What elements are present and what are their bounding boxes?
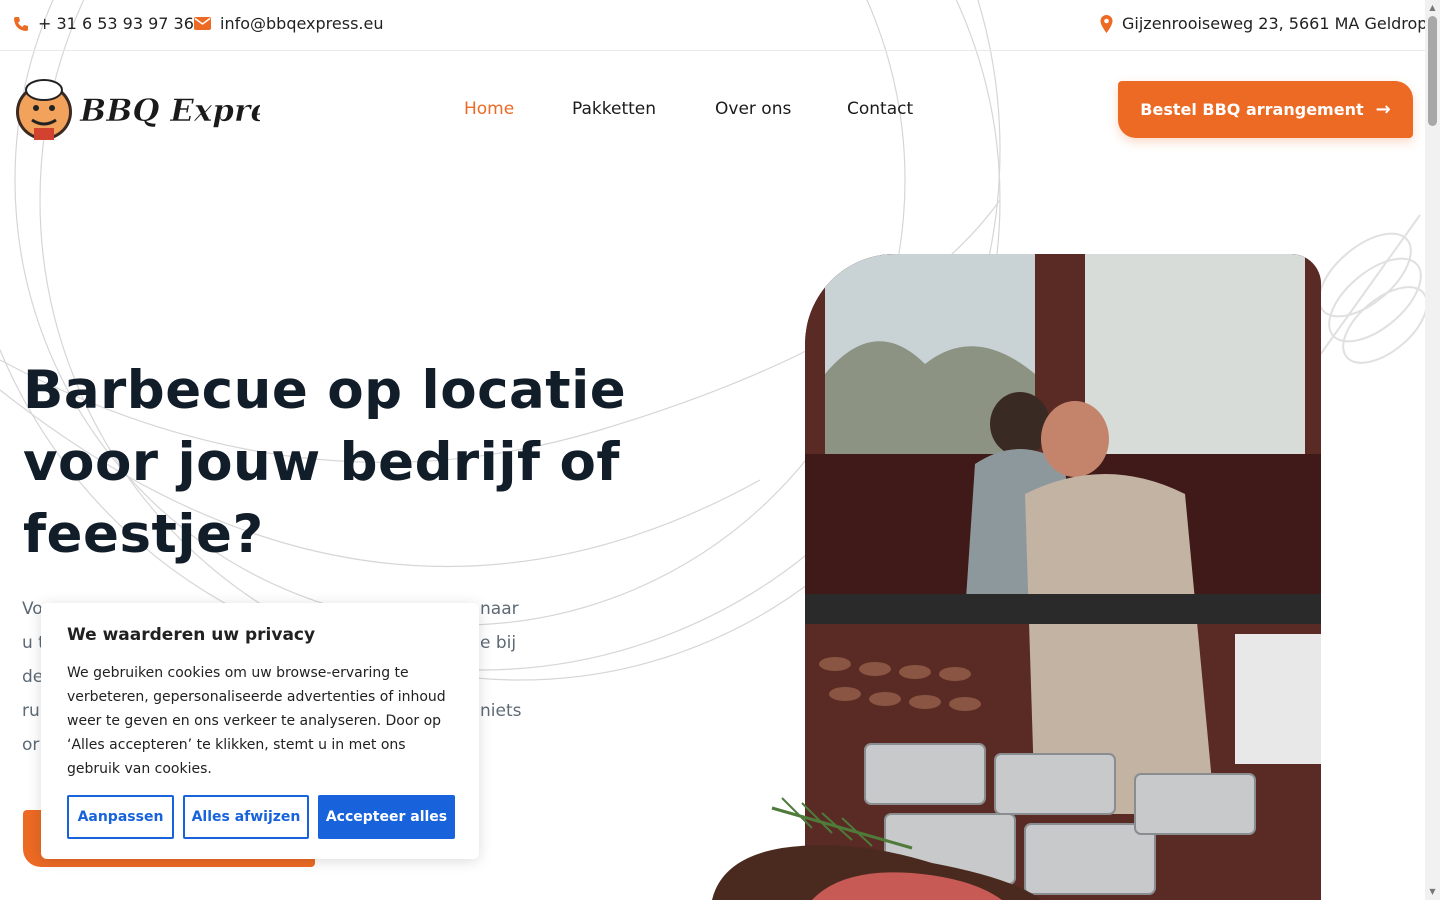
cookie-accept-button[interactable]: Accepteer alles (318, 795, 455, 839)
scroll-up-icon[interactable]: ▲ (1428, 4, 1437, 12)
envelope-icon (194, 17, 211, 30)
top-contact-bar: + 31 6 53 93 97 36 info@bbqexpress.eu Gi… (0, 0, 1427, 51)
steak-rosemary-image (712, 797, 1042, 900)
page-scrollbar[interactable]: ▲ ▼ (1425, 0, 1440, 900)
order-bbq-label: Bestel BBQ arrangement (1140, 100, 1364, 119)
email-link[interactable]: info@bbqexpress.eu (194, 14, 383, 33)
sausage-illustration (1318, 214, 1425, 364)
cookie-customize-button[interactable]: Aanpassen (67, 795, 174, 839)
scroll-down-icon[interactable]: ▼ (1428, 888, 1437, 896)
hero-text-fragment: e bij (480, 633, 517, 653)
site-logo[interactable]: BBQ Express (14, 76, 305, 144)
hero-text-fragment: naar (480, 599, 519, 619)
hero-title: Barbecue op locatie voor jouw bedrijf of… (23, 355, 663, 571)
email-address: info@bbqexpress.eu (220, 14, 384, 33)
cookie-reject-button[interactable]: Alles afwijzen (183, 795, 309, 839)
hero-text-fragment: niets (480, 701, 522, 721)
chef-mascot-logo: BBQ Express (16, 79, 305, 140)
phone-link[interactable]: + 31 6 53 93 97 36 (13, 14, 194, 33)
nav-pakketten[interactable]: Pakketten (572, 99, 656, 119)
scrollbar-thumb[interactable] (1428, 16, 1437, 126)
hero-title-line: Barbecue op locatie (23, 360, 627, 421)
cookie-consent-dialog: We waarderen uw privacy We gebruiken coo… (41, 603, 479, 859)
order-bbq-button[interactable]: Bestel BBQ arrangement → (1118, 81, 1413, 138)
nav-home[interactable]: Home (464, 99, 514, 119)
phone-icon (14, 16, 28, 31)
cookie-body: We gebruiken cookies om uw browse-ervari… (67, 665, 446, 777)
cookie-buttons: Aanpassen Alles afwijzen Accepteer alles (67, 795, 455, 839)
address-text: Gijzenrooiseweg 23, 5661 MA Geldrop (1122, 14, 1428, 33)
hero-title-line: voor jouw bedrijf of (23, 432, 620, 493)
map-pin-icon (1100, 14, 1113, 33)
arrow-right-icon: → (1375, 99, 1391, 120)
address-link[interactable]: Gijzenrooiseweg 23, 5661 MA Geldrop (1100, 14, 1427, 33)
hero-title-line: feestje? (23, 504, 264, 565)
cookie-title: We waarderen uw privacy (67, 625, 316, 645)
logo-wordmark: BBQ Express (79, 93, 260, 129)
phone-number: + 31 6 53 93 97 36 (38, 14, 194, 33)
nav-over-ons[interactable]: Over ons (715, 99, 791, 119)
nav-contact[interactable]: Contact (847, 99, 913, 119)
